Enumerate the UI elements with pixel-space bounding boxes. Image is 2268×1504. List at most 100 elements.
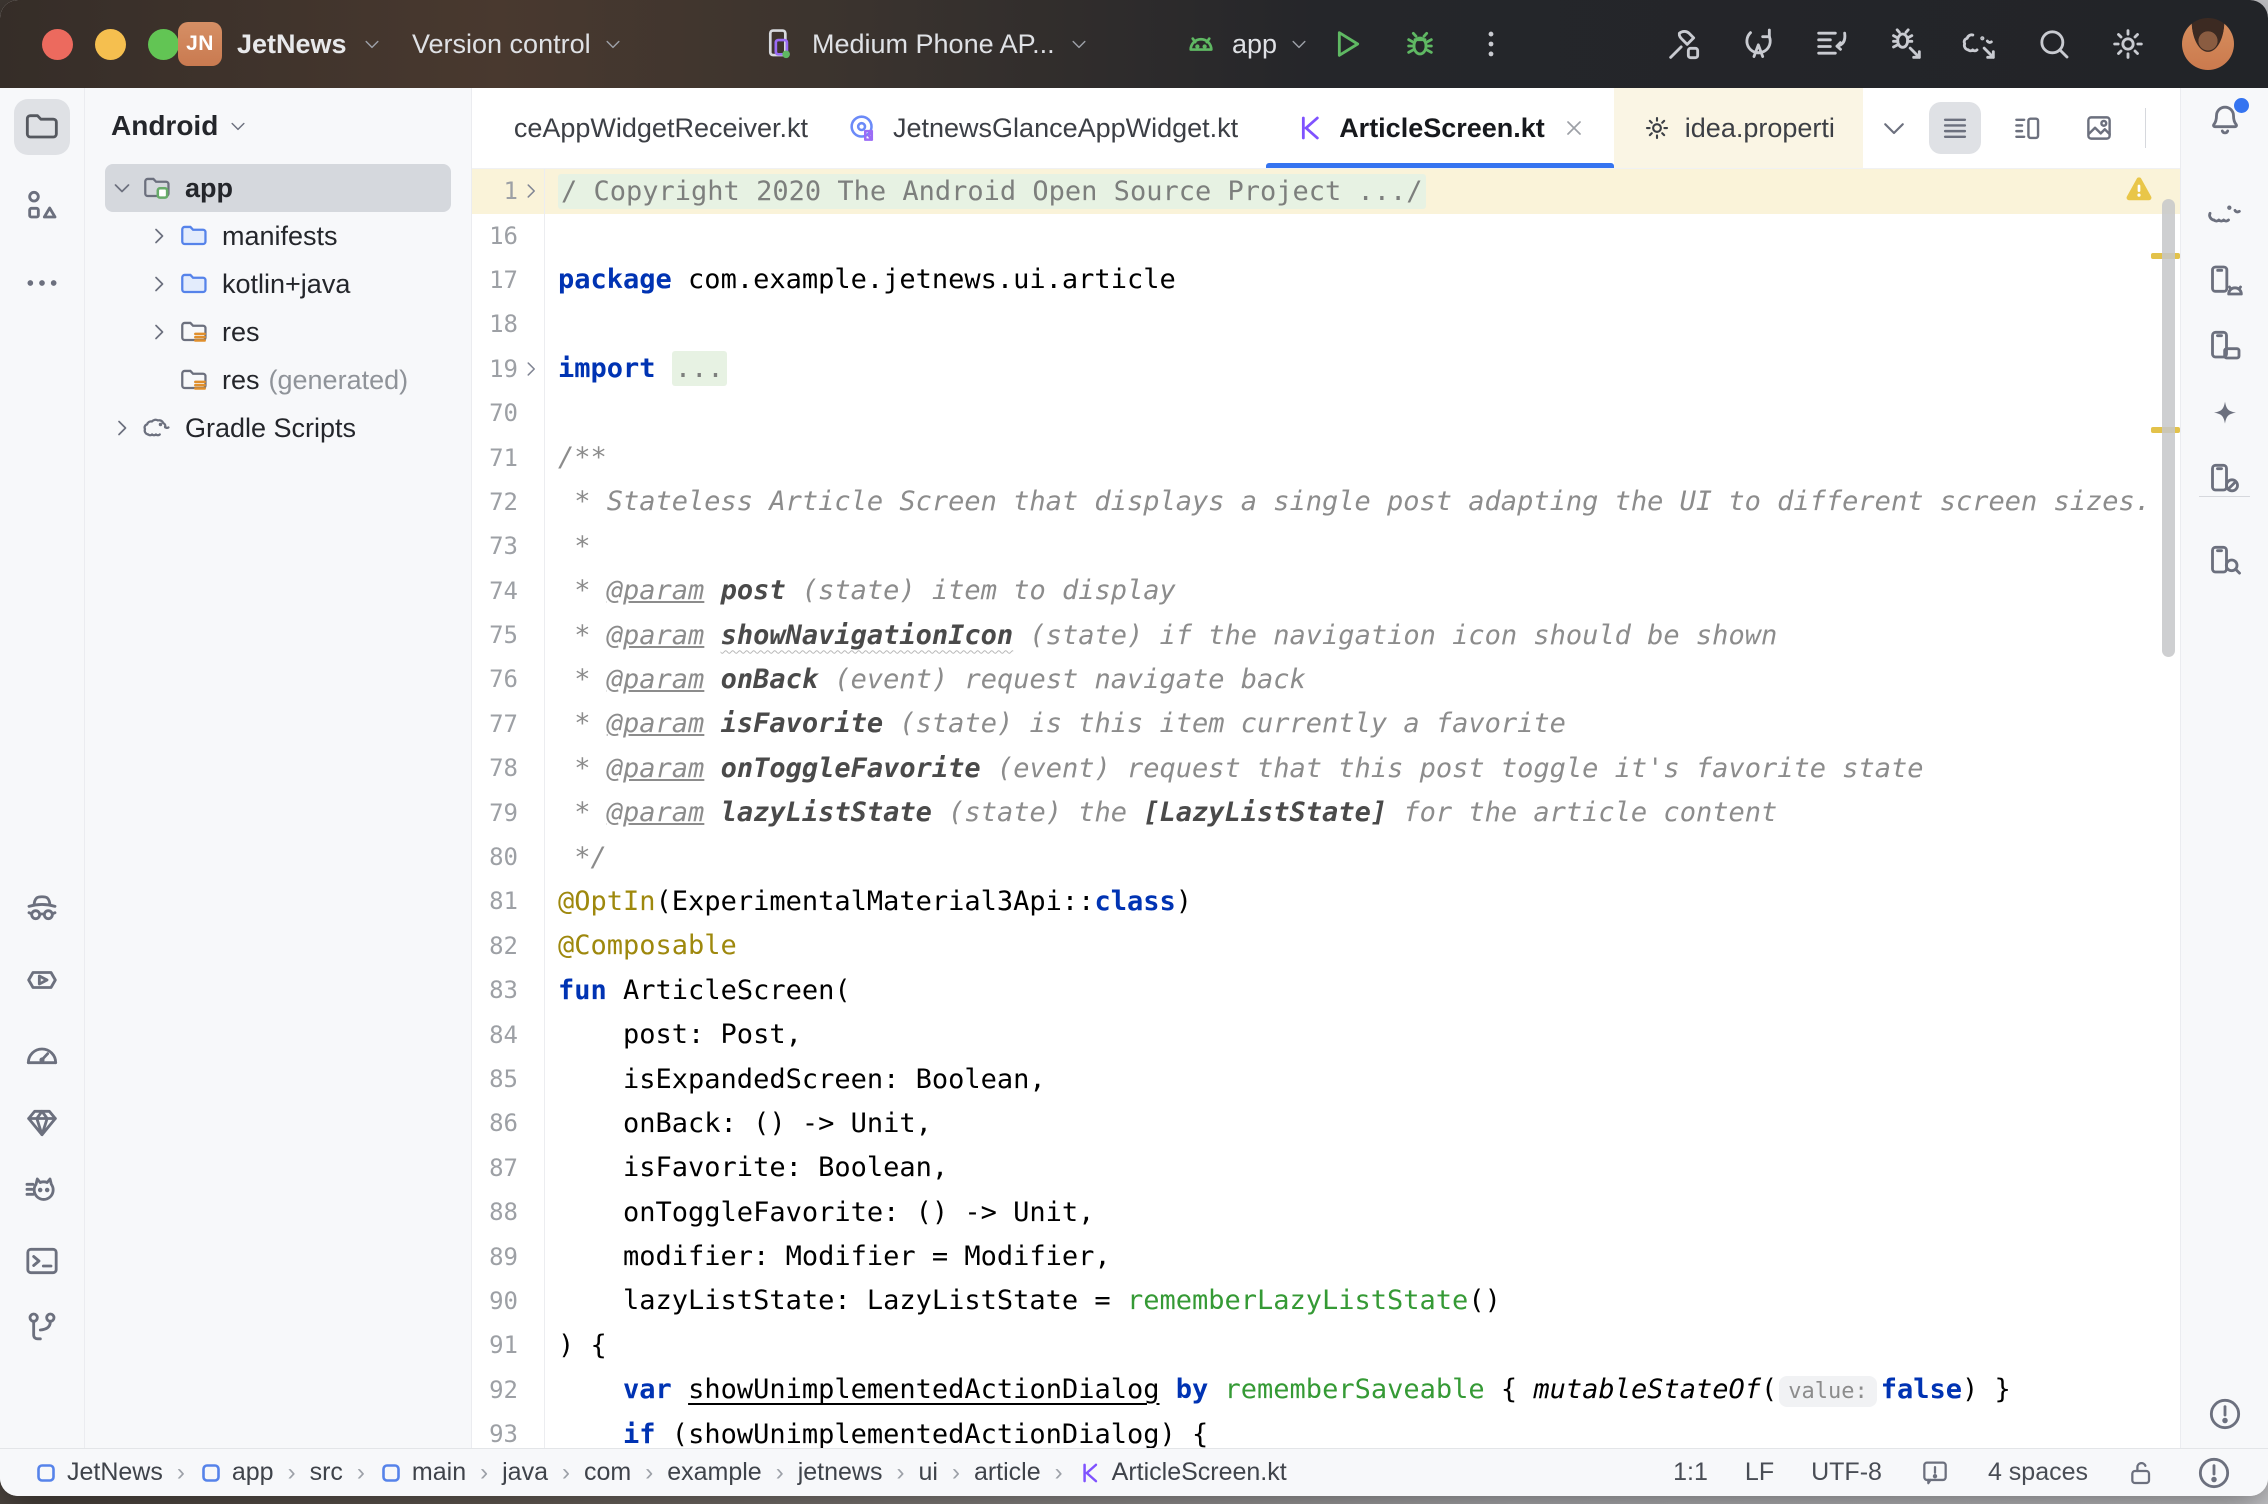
apply-changes-icon[interactable] (1738, 24, 1778, 64)
project-view-selector[interactable]: Android (85, 88, 471, 156)
code-line-82[interactable]: 82@Composable (472, 924, 2180, 968)
status-file-encoding[interactable]: UTF-8 (1811, 1458, 1882, 1487)
code-line-79[interactable]: 79 * @param lazyListState (state) the [L… (472, 790, 2180, 834)
run-button[interactable] (1326, 24, 1366, 64)
code-line-1[interactable]: 1/ Copyright 2020 The Android Open Sourc… (472, 169, 2180, 213)
terminal-button[interactable] (14, 1233, 70, 1289)
code-line-86[interactable]: 86 onBack: () -> Unit, (472, 1101, 2180, 1145)
code-line-88[interactable]: 88 onToggleFavorite: () -> Unit, (472, 1190, 2180, 1234)
tree-item-res[interactable]: res (105, 308, 451, 356)
build-hammer-icon[interactable] (1664, 24, 1704, 64)
search-icon[interactable] (2034, 24, 2074, 64)
code-line-71[interactable]: 71/** (472, 435, 2180, 479)
run-configuration-widget[interactable]: app (1182, 0, 1309, 88)
tree-item-kotlin-java[interactable]: kotlin+java (105, 260, 451, 308)
code-line-80[interactable]: 80 */ (472, 835, 2180, 879)
breadcrumb-item-articlescreen-kt[interactable]: ArticleScreen.kt (1077, 1458, 1287, 1487)
code-line-85[interactable]: 85 isExpandedScreen: Boolean, (472, 1057, 2180, 1101)
tab-jetnews-glance-app-widget[interactable]: JetnewsGlanceAppWidget.kt (818, 88, 1266, 168)
app-inspection-button[interactable] (14, 882, 70, 938)
code-line-74[interactable]: 74 * @param post (state) item to display (472, 569, 2180, 613)
chevron-right-icon[interactable] (142, 320, 176, 344)
tree-item-res[interactable]: res(generated) (105, 356, 451, 404)
code-line-72[interactable]: 72 * Stateless Article Screen that displ… (472, 480, 2180, 524)
breadcrumb-item-jetnews[interactable]: JetNews (34, 1458, 163, 1487)
minimize-window-button[interactable] (95, 29, 126, 60)
debug-button[interactable] (1400, 24, 1440, 64)
code-line-92[interactable]: 92 var showUnimplementedActionDialog by … (472, 1368, 2180, 1412)
logcat-button[interactable] (14, 1162, 70, 1218)
more-actions-kebab-icon[interactable] (1474, 27, 1508, 61)
code-line-78[interactable]: 78 * @param onToggleFavorite (event) req… (472, 746, 2180, 790)
breadcrumb-item-jetnews[interactable]: jetnews (798, 1458, 883, 1487)
code-line-87[interactable]: 87 isFavorite: Boolean, (472, 1146, 2180, 1190)
tab-glance-app-widget-receiver[interactable]: ceAppWidgetReceiver.kt (472, 88, 818, 168)
gradle-sync-icon[interactable] (1960, 24, 2000, 64)
tab-idea-properties[interactable]: idea.properti (1614, 88, 1863, 168)
code-editor[interactable]: 1/ Copyright 2020 The Android Open Sourc… (472, 169, 2180, 1448)
device-mirror-button[interactable] (2197, 451, 2253, 507)
fold-region-icon[interactable] (518, 180, 544, 202)
status-caret-position[interactable]: 1:1 (1673, 1458, 1708, 1487)
close-icon[interactable] (1562, 116, 1586, 140)
code-line-84[interactable]: 84 post: Post, (472, 1012, 2180, 1056)
app-quality-insights-button[interactable] (14, 1095, 70, 1151)
tree-item-gradle-scripts[interactable]: Gradle Scripts (105, 404, 451, 452)
close-window-button[interactable] (42, 29, 73, 60)
problems-button[interactable] (2197, 1386, 2253, 1442)
code-line-17[interactable]: 17package com.example.jetnews.ui.article (472, 258, 2180, 302)
vcs-widget[interactable]: Version control (412, 0, 623, 88)
breadcrumb-item-app[interactable]: app (199, 1458, 274, 1487)
running-devices-button[interactable] (2197, 318, 2253, 374)
code-line-90[interactable]: 90 lazyListState: LazyListState = rememb… (472, 1279, 2180, 1323)
gemini-button[interactable] (2197, 388, 2253, 444)
editor-scrollbar[interactable] (2162, 199, 2175, 657)
project-widget[interactable]: JN JetNews (178, 0, 382, 88)
code-line-77[interactable]: 77 * @param isFavorite (state) is this i… (472, 702, 2180, 746)
code-line-76[interactable]: 76 * @param onBack (event) request navig… (472, 657, 2180, 701)
attach-debugger-icon[interactable] (1886, 24, 1926, 64)
chevron-right-icon[interactable] (105, 416, 139, 440)
code-line-73[interactable]: 73 * (472, 524, 2180, 568)
fold-region-icon[interactable] (518, 358, 544, 380)
status-readonly-toggle[interactable] (2125, 1457, 2157, 1489)
version-control-button[interactable] (14, 1300, 70, 1356)
status-line-separator[interactable]: LF (1745, 1458, 1774, 1487)
chevron-right-icon[interactable] (142, 224, 176, 248)
breadcrumb-item-ui[interactable]: ui (918, 1458, 937, 1487)
hidden-tabs-chevron-icon[interactable] (1879, 113, 1909, 143)
split-view-button[interactable] (2001, 102, 2053, 154)
chevron-down-icon[interactable] (105, 176, 139, 200)
code-line-16[interactable]: 16 (472, 213, 2180, 257)
user-avatar[interactable] (2182, 18, 2234, 70)
profiler-button[interactable] (14, 952, 70, 1008)
device-explorer-button[interactable] (2197, 533, 2253, 589)
breadcrumb-item-example[interactable]: example (667, 1458, 762, 1487)
code-line-19[interactable]: 19import ... (472, 347, 2180, 391)
device-manager-button[interactable] (2197, 253, 2253, 309)
code-line-81[interactable]: 81@OptIn(ExperimentalMaterial3Api::class… (472, 879, 2180, 923)
code-line-91[interactable]: 91) { (472, 1323, 2180, 1367)
more-tool-windows-button[interactable] (14, 255, 70, 311)
breadcrumb-item-article[interactable]: article (974, 1458, 1041, 1487)
notifications-button[interactable] (2197, 92, 2253, 148)
device-selector[interactable]: Medium Phone AP... (760, 0, 1089, 88)
code-line-70[interactable]: 70 (472, 391, 2180, 435)
breadcrumb-item-com[interactable]: com (584, 1458, 631, 1487)
gradle-button[interactable] (2197, 184, 2253, 240)
breadcrumb-item-java[interactable]: java (502, 1458, 548, 1487)
status-error-indicator[interactable] (2194, 1453, 2234, 1493)
status-indent[interactable]: 4 spaces (1988, 1458, 2088, 1487)
project-button[interactable] (14, 99, 70, 155)
benchmark-button[interactable] (14, 1027, 70, 1083)
code-line-75[interactable]: 75 * @param showNavigationIcon (state) i… (472, 613, 2180, 657)
apply-code-changes-icon[interactable] (1812, 24, 1852, 64)
tree-item-app[interactable]: app (105, 164, 451, 212)
inspection-warning-icon[interactable] (2124, 176, 2154, 203)
resource-manager-button[interactable] (14, 177, 70, 233)
tab-article-screen[interactable]: ArticleScreen.kt (1266, 88, 1614, 168)
tree-item-manifests[interactable]: manifests (105, 212, 451, 260)
code-line-89[interactable]: 89 modifier: Modifier = Modifier, (472, 1234, 2180, 1278)
code-line-83[interactable]: 83fun ArticleScreen( (472, 968, 2180, 1012)
design-view-button[interactable] (2073, 102, 2125, 154)
